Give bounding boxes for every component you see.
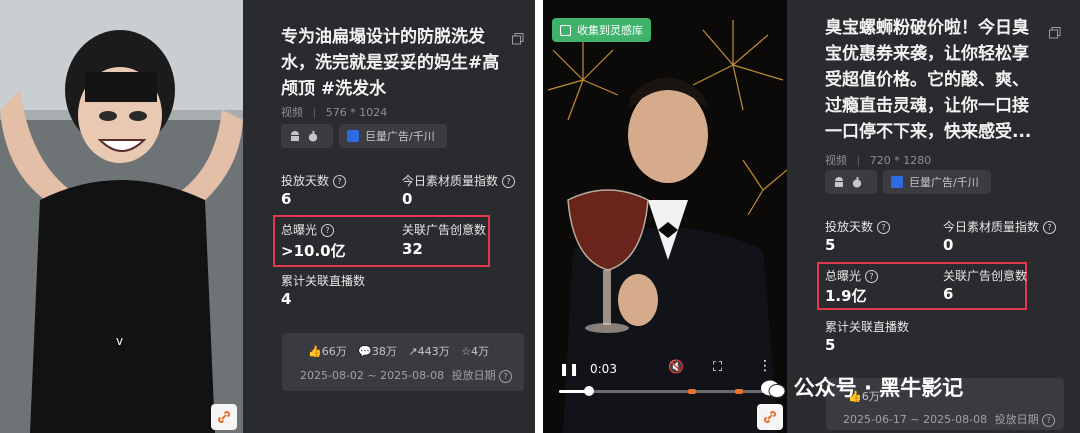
collect-to-inspiration-button[interactable]: 收集到灵感库	[552, 18, 651, 42]
exposure-value-1: >10.0亿	[281, 242, 346, 260]
link-button-1[interactable]	[211, 404, 237, 430]
comment-icon: 💬	[358, 345, 372, 358]
watermark-text: 公众号 · 黑牛影记	[793, 376, 964, 400]
android-icon	[291, 131, 299, 141]
share-icon: ↗	[408, 345, 418, 358]
os-chip-2	[825, 170, 877, 194]
progress-marker	[735, 389, 743, 394]
creative-title-1: 专为油扁塌设计的防脱洗发水，洗完就是妥妥的妈生#高颅顶 #洗发水	[281, 27, 500, 99]
ocean-engine-icon	[891, 176, 903, 188]
help-icon: ?	[877, 221, 891, 234]
apple-icon	[852, 177, 862, 188]
creative-card-2[interactable]: 收集到灵感库 ❚❚ 0:03 🔇 ⛶ ⋮ 臭宝螺蛳粉破价啦！今日臭宝优惠券来袭，…	[543, 0, 1080, 433]
help-icon: ?	[1042, 414, 1056, 427]
date-range: 2025-06-17 ~ 2025-08-08	[843, 413, 988, 426]
comments-value: 38万	[371, 345, 397, 358]
date-label: 投放日期	[451, 369, 496, 382]
days-label-1: 投放天数?	[281, 172, 347, 189]
progress-marker	[688, 389, 696, 394]
resolution-label: 720 * 1280	[869, 154, 932, 167]
date-range: 2025-08-02 ~ 2025-08-08	[300, 369, 445, 382]
quality-label-2: 今日素材质量指数?	[943, 218, 1057, 235]
os-chip-1	[281, 124, 333, 148]
resolution-label: 576 * 1024	[325, 106, 388, 119]
favorites-value: 4万	[471, 345, 489, 358]
star-icon: ☆	[461, 345, 471, 358]
live-label-1: 累计关联直播数	[281, 274, 366, 288]
collect-icon	[560, 24, 571, 36]
creative-card-1[interactable]: v 专为油扁塌设计的防脱洗发水，洗完就是妥妥的妈生#高颅顶 #洗发水 视频 | …	[0, 0, 535, 433]
creatives-label-1: 关联广告创意数	[402, 223, 487, 237]
creatives-value-2: 6	[943, 285, 954, 303]
svg-text:v: v	[116, 334, 123, 348]
thumbnail-illustration-1: v	[0, 0, 243, 433]
date-label: 投放日期	[994, 413, 1039, 426]
platform-chip-2: 巨量广告/千川	[883, 170, 991, 194]
shares-value: 443万	[417, 345, 450, 358]
apple-icon	[308, 131, 318, 142]
live-value-2: 5	[825, 336, 836, 354]
ocean-engine-icon	[347, 130, 359, 142]
copy-icon[interactable]	[1049, 24, 1061, 39]
creative-title-2: 臭宝螺蛳粉破价啦！今日臭宝优惠券来袭，让你轻松享受超值价格。它的酸、爽、过瘾直击…	[825, 18, 1032, 142]
link-icon	[217, 410, 231, 424]
video-meta-1: 视频 | 576 * 1024	[281, 106, 388, 119]
video-player-controls: ❚❚ 0:03 🔇 ⛶ ⋮	[543, 352, 787, 402]
link-button-2[interactable]	[757, 404, 783, 430]
live-label-2: 累计关联直播数	[825, 320, 910, 334]
days-value-1: 6	[281, 190, 292, 208]
platform-label: 巨量广告/千川	[365, 130, 435, 143]
mute-icon[interactable]: 🔇	[668, 360, 684, 375]
days-value-2: 5	[825, 236, 836, 254]
video-thumbnail-1[interactable]: v	[0, 0, 243, 433]
wechat-watermark: 公众号 · 黑牛影记	[760, 372, 963, 402]
help-icon: ?	[499, 370, 513, 383]
platform-label: 巨量广告/千川	[909, 176, 979, 189]
live-value-1: 4	[281, 290, 292, 308]
days-label-2: 投放天数?	[825, 218, 891, 235]
type-label: 视频	[281, 106, 303, 119]
creatives-label-2: 关联广告创意数	[943, 269, 1028, 283]
engagement-stats-1: 👍66万 💬38万 ↗443万 ☆4万	[308, 343, 489, 359]
help-icon: ?	[502, 175, 516, 188]
quality-value-2: 0	[943, 236, 954, 254]
play-pause-button[interactable]: ❚❚	[559, 362, 579, 376]
likes-value: 66万	[321, 345, 347, 358]
quality-value-1: 0	[402, 190, 413, 208]
exposure-label-1: 总曝光?	[281, 221, 335, 238]
exposure-label-2: 总曝光?	[825, 267, 879, 284]
copy-icon[interactable]	[512, 30, 524, 45]
progress-handle[interactable]	[584, 386, 594, 396]
type-label: 视频	[825, 154, 847, 167]
fullscreen-icon[interactable]: ⛶	[713, 360, 722, 375]
collect-label: 收集到灵感库	[577, 24, 643, 37]
creatives-value-1: 32	[402, 240, 423, 258]
android-icon	[835, 177, 843, 187]
quality-label-1: 今日素材质量指数?	[402, 172, 516, 189]
like-icon: 👍	[308, 345, 322, 358]
video-meta-2: 视频 | 720 * 1280	[825, 154, 932, 167]
player-time: 0:03	[590, 362, 617, 376]
link-icon	[763, 410, 777, 424]
platform-chip-1: 巨量广告/千川	[339, 124, 447, 148]
help-icon: ?	[333, 175, 347, 188]
help-icon: ?	[1043, 221, 1057, 234]
help-icon: ?	[865, 270, 879, 283]
wechat-icon	[760, 379, 786, 399]
date-row-1: 2025-08-02 ~ 2025-08-08 投放日期 ?	[300, 367, 513, 383]
help-icon: ?	[321, 224, 335, 237]
exposure-value-2: 1.9亿	[825, 287, 867, 305]
date-row-2: 2025-06-17 ~ 2025-08-08 投放日期 ?	[843, 411, 1056, 427]
